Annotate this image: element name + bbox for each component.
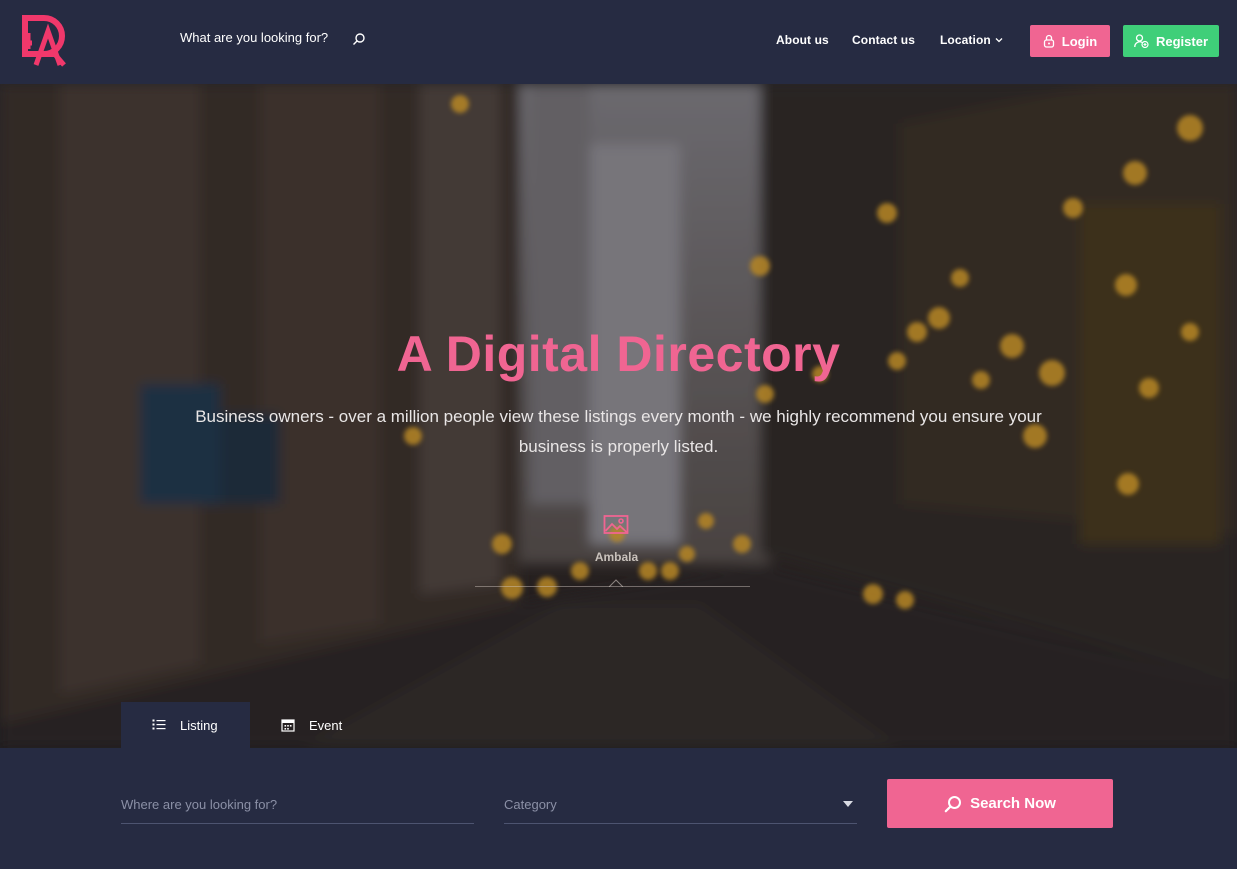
nav-location-label: Location bbox=[940, 33, 991, 47]
header-search-label: What are you looking for? bbox=[180, 30, 329, 45]
brand-logo[interactable] bbox=[22, 15, 68, 67]
header-search[interactable]: What are you looking for? bbox=[180, 30, 365, 45]
location-name[interactable]: Ambala bbox=[0, 550, 1233, 564]
image-icon[interactable] bbox=[603, 514, 629, 536]
search-now-button[interactable]: Search Now bbox=[887, 779, 1113, 828]
search-now-label: Search Now bbox=[970, 795, 1056, 812]
user-add-icon bbox=[1134, 34, 1149, 48]
hero-subtitle: Business owners - over a million people … bbox=[195, 407, 1042, 456]
category-select[interactable]: Category bbox=[504, 788, 857, 824]
list-icon bbox=[152, 719, 166, 730]
site-header: What are you looking for? About us Conta… bbox=[0, 0, 1237, 84]
lock-icon bbox=[1043, 34, 1054, 48]
caret-up-icon bbox=[609, 579, 623, 587]
chevron-down-icon bbox=[995, 38, 1003, 43]
listing-search-bar: Category Search Now bbox=[0, 748, 1237, 869]
where-input[interactable] bbox=[121, 788, 474, 818]
login-button[interactable]: Login bbox=[1030, 25, 1110, 57]
category-placeholder: Category bbox=[504, 797, 557, 812]
tab-listing[interactable]: Listing bbox=[121, 702, 250, 748]
tab-event[interactable]: Event bbox=[281, 702, 342, 748]
login-label: Login bbox=[1061, 33, 1098, 49]
search-icon[interactable] bbox=[352, 32, 366, 46]
register-label: Register bbox=[1155, 33, 1209, 49]
tab-event-label: Event bbox=[309, 717, 343, 733]
tab-listing-label: Listing bbox=[180, 717, 218, 733]
nav-about-link[interactable]: About us bbox=[776, 33, 829, 47]
where-field[interactable] bbox=[121, 788, 474, 824]
search-icon bbox=[944, 795, 962, 812]
nav-location-dropdown[interactable]: Location bbox=[940, 33, 1003, 47]
hero-banner: A Digital Directory Business owners - ov… bbox=[0, 84, 1237, 748]
dropdown-caret-icon bbox=[843, 801, 853, 807]
register-button[interactable]: Register bbox=[1123, 25, 1219, 57]
nav-contact-link[interactable]: Contact us bbox=[852, 33, 915, 47]
calendar-icon bbox=[281, 719, 295, 732]
hero-title: A Digital Directory bbox=[396, 326, 841, 382]
